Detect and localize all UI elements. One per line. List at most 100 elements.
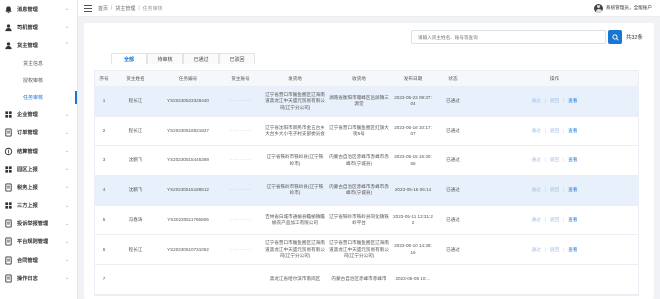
user-name[interactable]: 系统管理员，全能账户 — [606, 5, 652, 11]
table-header: 序号 货主姓名 任务编号 货主账号 发货地 收货地 发布日期 状态 操作 — [95, 71, 638, 87]
sidebar-item-contract[interactable]: 合同管理 ⌄ — [0, 251, 77, 269]
cell-owner-account: ············· — [229, 127, 252, 133]
cell-owner-account: ············· — [229, 187, 252, 193]
driver-icon — [4, 23, 13, 32]
status-tabs: 全部 待审核 已通过 已驳回 — [111, 53, 646, 64]
chevron-down-icon: ⌄ — [65, 220, 70, 227]
menu-toggle-icon[interactable] — [84, 4, 92, 12]
table-row[interactable]: 5 冯春涛 YS20230511765506 ············· 吉林省白城市通… — [95, 206, 638, 236]
sidebar-subitem[interactable]: 任务审核 — [0, 89, 77, 106]
approve-link[interactable]: 通过 — [531, 247, 540, 254]
table-row[interactable]: 6 程长江 YS20230510731062 ············· 辽宁省营口市鲅… — [95, 235, 638, 266]
view-link[interactable]: 查看 — [568, 247, 577, 254]
reject-link[interactable]: 驳回 — [550, 247, 559, 254]
sidebar-item-building[interactable]: 企业管理 ⌄ — [0, 106, 77, 124]
tab-pending[interactable]: 待审核 — [147, 53, 183, 64]
cell-destination: 内蒙古自治区赤峰市赤峰市 — [331, 276, 387, 282]
cell-owner-name: 冯春涛 — [128, 216, 143, 222]
header-origin: 发货地 — [288, 75, 302, 81]
cell-origin: 辽宁省沈阳市新民市金五台乡大台乡大小屯子村支部委员会 — [265, 124, 325, 137]
sidebar-item-settle[interactable]: 结算管理 ⌄ — [0, 142, 77, 160]
sidebar-item-order[interactable]: 订单管理 ⌄ — [0, 124, 77, 142]
cell-origin: 辽宁省铁岭市铁岭县(辽宁铁岭市) — [266, 183, 324, 196]
cell-origin: 吉林省白城市通榆县瞻榆镇瞻榆农产品加工有限公司 — [265, 213, 325, 226]
tab-all[interactable]: 全部 — [111, 53, 147, 64]
table-row[interactable]: 3 沈鹏飞 YS20230515445369 ············· 辽宁省铁岭市铁… — [95, 146, 638, 177]
cell-status: 已通过 — [446, 98, 460, 104]
chevron-down-icon: ⌄ — [65, 238, 70, 245]
sidebar-item-log[interactable]: 操作日志 ⌄ — [0, 269, 77, 287]
reject-link[interactable]: 驳回 — [550, 217, 559, 224]
cell-row-no: 3 — [102, 157, 106, 163]
top-bar: 首页 | 货主管理 | 任务审核 系统管理员，全能账户 — [78, 0, 660, 17]
cell-status: 已通过 — [446, 246, 460, 252]
sidebar-item-bell[interactable]: 消息管理 ⌄ — [0, 0, 77, 18]
sidebar-item-label: 订单管理 — [17, 130, 38, 137]
user-menu[interactable]: 系统管理员，全能账户 — [594, 3, 652, 13]
sidebar-item-tax[interactable]: 税务上报 ⌄ — [0, 178, 77, 196]
sidebar-subitem[interactable]: 货主信息 — [0, 55, 77, 72]
sidebar-item-label: 园区上报 — [17, 166, 38, 173]
cell-status: 已通过 — [446, 157, 460, 163]
sidebar-item-label: 结算管理 — [17, 148, 38, 155]
sidebar: 消息管理 ⌄ 司机管理 ⌄ 货主管理 ⌃ 货主信息 授权审核 任务审核 企业管理 ⌄ 订单管理 ⌄ 结算管… — [0, 0, 78, 299]
sidebar-item-label: 货主管理 — [17, 42, 38, 49]
cell-task-no: YS20230516921827 — [167, 127, 209, 133]
cell-origin: 辽宁省铁岭市铁岭县(辽宁铁岭市) — [266, 154, 324, 166]
cell-status: 已通过 — [446, 216, 460, 222]
view-link[interactable]: 查看 — [568, 128, 577, 135]
approve-link[interactable]: 通过 — [531, 128, 540, 135]
breadcrumb-home[interactable]: 首页 — [98, 5, 108, 12]
cell-owner-name: 沈鹏飞 — [128, 157, 143, 163]
cell-destination: 内蒙古自治区赤峰市赤峰市赤峰市(宁城县) — [329, 154, 389, 166]
sidebar-item-label: 企业管理 — [17, 112, 38, 119]
breadcrumb-owner[interactable]: 货主管理 — [115, 5, 135, 12]
sidebar-item-owner[interactable]: 货主管理 ⌃ — [0, 36, 77, 54]
view-link[interactable]: 查看 — [568, 217, 577, 224]
view-link[interactable]: 查看 — [568, 98, 577, 105]
tab-rejected[interactable]: 已驳回 — [219, 53, 255, 64]
sidebar-item-driver[interactable]: 司机管理 ⌄ — [0, 18, 77, 36]
sidebar-item-label: 三方上报 — [17, 203, 38, 210]
total-count: 共32条 — [626, 35, 643, 41]
chevron-down-icon: ⌄ — [65, 257, 70, 264]
approve-link[interactable]: 通过 — [531, 98, 540, 105]
view-link[interactable]: 查看 — [568, 187, 577, 194]
cell-owner-account: ············· — [229, 246, 252, 252]
header-status: 状态 — [448, 75, 458, 81]
cell-task-no: YS20230523328440 — [167, 98, 209, 104]
reject-link[interactable]: 驳回 — [550, 157, 559, 164]
avatar[interactable] — [594, 3, 604, 13]
search-input[interactable] — [411, 30, 606, 44]
table-row[interactable]: 2 程长江 YS20230516921827 ············· 辽宁省沈阳市新… — [95, 117, 638, 147]
approve-link[interactable]: 通过 — [531, 157, 540, 164]
reject-link[interactable]: 驳回 — [550, 187, 559, 194]
cell-task-no: YS20230515188512 — [167, 187, 209, 193]
sidebar-item-park[interactable]: 园区上报 ⌄ — [0, 160, 77, 178]
cell-actions: 通过 | 驳回 | 查看 — [531, 127, 578, 135]
table-row[interactable]: 1 程长江 YS20230523328440 ············· 辽宁省营口市鲅… — [95, 87, 638, 117]
reject-link[interactable]: 驳回 — [550, 98, 559, 105]
sidebar-item-complaint[interactable]: 投诉举报管理 ⌄ — [0, 215, 77, 233]
sidebar-item-rules[interactable]: 平台规则管理 ⌄ — [0, 233, 77, 251]
header-destination: 收货地 — [352, 75, 366, 81]
cell-destination: 辽宁省铁岭市铁岭县同化镇铁岭平台 — [329, 213, 389, 226]
cell-publish-date: 2023-05-08 10:... — [395, 276, 431, 282]
table-row[interactable]: 4 沈鹏飞 YS20230515188512 ············· 辽宁省铁岭市铁… — [95, 176, 638, 206]
view-link[interactable]: 查看 — [568, 157, 577, 164]
header-actions: 操作 — [549, 75, 560, 81]
building-icon — [4, 110, 13, 119]
sidebar-item-thirdparty[interactable]: 三方上报 ⌄ — [0, 197, 77, 215]
tab-approved[interactable]: 已通过 — [183, 53, 219, 64]
reject-link[interactable]: 驳回 — [550, 128, 559, 135]
approve-link[interactable]: 通过 — [531, 217, 540, 224]
chevron-down-icon: ⌄ — [65, 148, 70, 155]
cell-actions: 通过 | 驳回 | 查看 — [531, 98, 578, 105]
cell-owner-name: 程长江 — [128, 98, 143, 104]
chevron-up-icon: ⌃ — [65, 42, 70, 49]
table-row[interactable]: 7 黑龙江省哈尔滨市南岗区 内蒙古自治区赤峰市赤峰市 2023-05-08 10:..… — [95, 265, 638, 295]
search-button[interactable] — [608, 30, 622, 44]
rules-icon — [4, 237, 13, 247]
approve-link[interactable]: 通过 — [531, 187, 540, 194]
sidebar-subitem[interactable]: 授权审核 — [0, 72, 77, 89]
